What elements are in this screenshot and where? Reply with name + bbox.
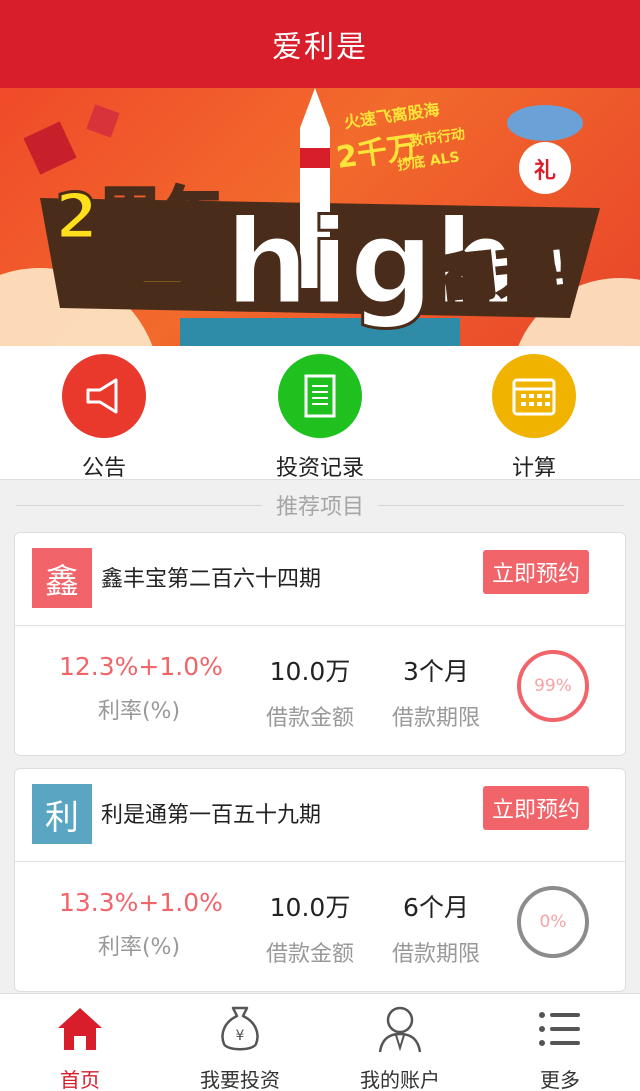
reserve-button[interactable]: 立即预约 bbox=[483, 550, 589, 594]
project-badge: 利 bbox=[32, 784, 92, 844]
tab-account[interactable]: 我的账户 bbox=[340, 1000, 460, 1091]
progress-value: 99% bbox=[534, 676, 572, 696]
ufo-icon bbox=[507, 105, 583, 141]
amount-value: 10.0万 bbox=[269, 657, 351, 686]
red-envelope-icon bbox=[23, 121, 77, 175]
svg-text:¥: ¥ bbox=[236, 1028, 245, 1044]
money-bag-icon: ¥ bbox=[180, 1000, 300, 1058]
divider bbox=[16, 504, 262, 506]
svg-text:火速飞离股海: 火速飞离股海 bbox=[343, 100, 441, 132]
term-label: 借款期限 bbox=[391, 706, 480, 731]
tab-more[interactable]: 更多 bbox=[500, 1000, 620, 1091]
term-value: 3个月 bbox=[403, 657, 469, 686]
quick-item-announcement[interactable]: 公告 bbox=[34, 354, 174, 482]
calendar-icon bbox=[492, 354, 576, 438]
promo-banner[interactable]: 礼 火速飞离股海 2千万 救市行动 抄底 ALS 2周年 一起 high 翻天! bbox=[0, 88, 640, 346]
term-label: 借款期限 bbox=[391, 942, 480, 967]
rate-value: 12.3%+1.0% bbox=[59, 652, 223, 681]
project-card[interactable]: 鑫 鑫丰宝第二百六十四期 立即预约 12.3%+1.0% 利率(%) 10.0万… bbox=[14, 532, 626, 756]
rate-label: 利率(%) bbox=[97, 935, 181, 960]
quick-item-calculator[interactable]: 计算 bbox=[464, 354, 604, 482]
tab-label: 首页 bbox=[60, 1068, 100, 1091]
term-stat: 3个月 借款期限 bbox=[381, 652, 491, 732]
page-title: 爱利是 bbox=[272, 30, 368, 65]
rate-stat: 13.3%+1.0% 利率(%) bbox=[59, 888, 223, 961]
term-stat: 6个月 借款期限 bbox=[381, 888, 491, 968]
section-title-text: 推荐项目 bbox=[276, 495, 365, 520]
user-icon bbox=[340, 1000, 460, 1058]
svg-text:救市行动: 救市行动 bbox=[408, 125, 466, 150]
progress-ring: 99% bbox=[517, 650, 589, 722]
quick-item-label: 投资记录 bbox=[275, 456, 364, 481]
tab-invest[interactable]: ¥ 我要投资 bbox=[180, 1000, 300, 1091]
amount-stat: 10.0万 借款金额 bbox=[255, 888, 365, 968]
tab-label: 更多 bbox=[540, 1068, 580, 1091]
section-header: 推荐项目 bbox=[16, 488, 625, 522]
project-name: 鑫丰宝第二百六十四期 bbox=[101, 567, 322, 592]
home-icon bbox=[20, 1000, 140, 1058]
reserve-button[interactable]: 立即预约 bbox=[483, 786, 589, 830]
amount-stat: 10.0万 借款金额 bbox=[255, 652, 365, 732]
list-icon bbox=[500, 1000, 620, 1058]
app-screen: 爱利是 礼 火速飞离股海 2千万 救市行动 抄底 ALS 2周年 一起 high… bbox=[0, 0, 640, 1091]
bottom-tab-bar: 首页 ¥ 我要投资 我的账户 更多 bbox=[0, 993, 640, 1091]
project-badge: 鑫 bbox=[32, 548, 92, 608]
term-value: 6个月 bbox=[403, 893, 469, 922]
amount-value: 10.0万 bbox=[269, 893, 351, 922]
rate-value: 13.3%+1.0% bbox=[59, 888, 223, 917]
divider bbox=[378, 504, 625, 506]
quick-menu: 公告 投资记录 计算 bbox=[0, 346, 640, 482]
rate-stat: 12.3%+1.0% 利率(%) bbox=[59, 652, 223, 725]
tab-label: 我要投资 bbox=[200, 1068, 280, 1091]
quick-item-label: 公告 bbox=[81, 456, 126, 481]
rate-label: 利率(%) bbox=[97, 699, 181, 724]
svg-text:2周年: 2周年 bbox=[55, 180, 222, 253]
quick-item-label: 计算 bbox=[511, 456, 556, 481]
svg-text:礼: 礼 bbox=[534, 158, 556, 184]
project-name: 利是通第一百五十九期 bbox=[101, 803, 322, 828]
project-card[interactable]: 利 利是通第一百五十九期 立即预约 13.3%+1.0% 利率(%) 10.0万… bbox=[14, 768, 626, 992]
tab-home[interactable]: 首页 bbox=[20, 1000, 140, 1091]
megaphone-icon bbox=[62, 354, 146, 438]
progress-ring: 0% bbox=[517, 886, 589, 958]
tab-label: 我的账户 bbox=[360, 1068, 440, 1091]
progress-value: 0% bbox=[539, 912, 567, 932]
svg-text:一起: 一起 bbox=[140, 258, 229, 309]
document-icon bbox=[278, 354, 362, 438]
banner-artwork: 礼 火速飞离股海 2千万 救市行动 抄底 ALS 2周年 一起 high 翻天! bbox=[0, 88, 640, 346]
app-header: 爱利是 bbox=[0, 0, 640, 88]
amount-label: 借款金额 bbox=[265, 942, 354, 967]
amount-label: 借款金额 bbox=[265, 706, 354, 731]
quick-item-invest-record[interactable]: 投资记录 bbox=[250, 354, 390, 482]
